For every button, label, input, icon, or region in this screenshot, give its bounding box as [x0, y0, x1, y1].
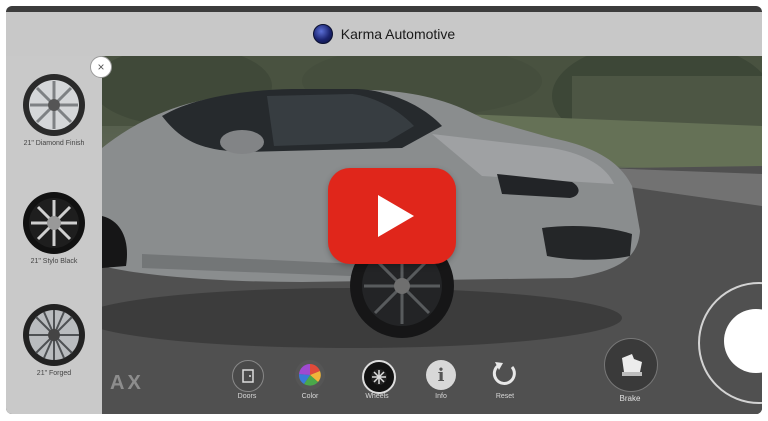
wheel-options-sidebar: 21" Diamond Finish 21" Stylo Black 21" F… [6, 56, 102, 414]
brake-pedal-icon [622, 354, 642, 376]
wheel-option-diamond-finish[interactable]: 21" Diamond Finish [6, 72, 102, 147]
close-sidebar-button[interactable]: × [90, 56, 112, 78]
wheels-label: Wheels [365, 393, 389, 400]
door-icon [242, 369, 254, 383]
wheel-icon [23, 304, 85, 366]
title-bar: Karma Automotive [6, 12, 762, 56]
wheel-option-forged[interactable]: 21" Forged [6, 302, 102, 377]
wheel-icon [23, 192, 85, 254]
karma-logo-icon [312, 24, 333, 44]
info-label: Info [435, 393, 447, 400]
wheels-button[interactable] [362, 360, 396, 394]
doors-label: Doors [237, 393, 257, 400]
info-button[interactable]: i [426, 360, 456, 390]
app-frame: Karma Automotive 21" Diamond Finish 21" … [6, 6, 762, 414]
ax-watermark: AX [110, 372, 144, 394]
wheel-icon [23, 74, 85, 136]
brake-label: Brake [619, 394, 641, 403]
color-label: Color [301, 393, 319, 400]
wheel-option-label: 21" Diamond Finish [23, 140, 85, 147]
wheel-icon [371, 369, 387, 385]
color-palette-icon [298, 363, 321, 386]
play-icon [378, 195, 414, 237]
video-play-button[interactable] [328, 168, 456, 264]
reset-label: Reset [495, 393, 515, 400]
color-button[interactable] [295, 360, 325, 390]
doors-button[interactable] [232, 360, 264, 392]
reset-button[interactable] [490, 358, 520, 388]
close-icon: × [97, 60, 105, 74]
info-icon: i [437, 364, 445, 386]
brake-button[interactable] [604, 338, 658, 392]
wheel-option-label: 21" Stylo Black [30, 258, 78, 265]
app-title: Karma Automotive [340, 26, 456, 42]
reset-icon [492, 362, 516, 385]
wheel-option-stylo-black[interactable]: 21" Stylo Black [6, 190, 102, 265]
wheel-option-label: 21" Forged [36, 370, 72, 377]
